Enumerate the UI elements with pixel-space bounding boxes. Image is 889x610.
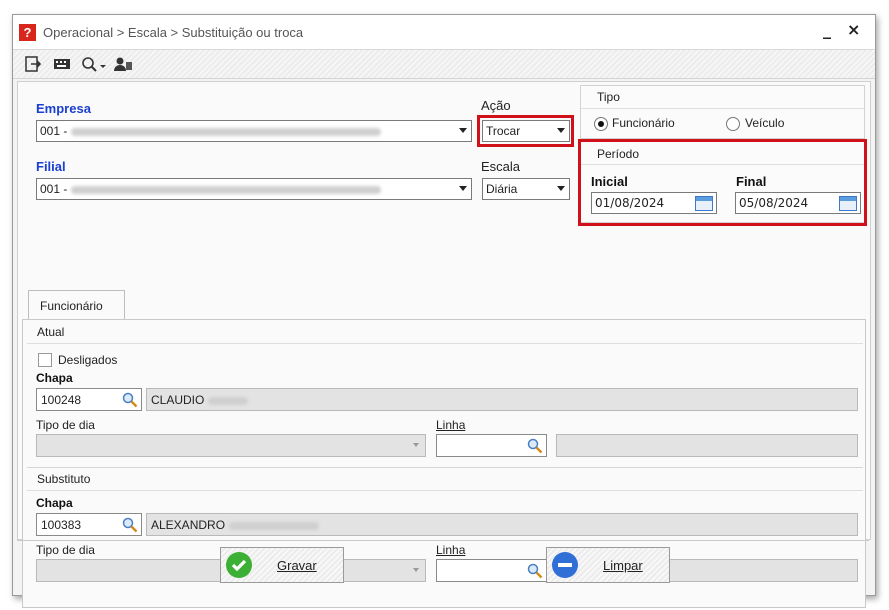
chevron-down-icon bbox=[459, 128, 467, 133]
radio-veiculo-label: Veículo bbox=[745, 116, 785, 130]
atual-chapa-input[interactable]: 100248 bbox=[36, 388, 142, 411]
user-icon[interactable] bbox=[113, 55, 133, 73]
tab-funcionario[interactable]: Funcionário bbox=[28, 290, 125, 321]
minimize-button[interactable]: _ bbox=[823, 20, 831, 39]
substituto-linha-label[interactable]: Linha bbox=[436, 543, 465, 557]
toolbar bbox=[13, 50, 875, 79]
chevron-down-icon bbox=[557, 186, 565, 191]
periodo-highlight bbox=[578, 139, 867, 226]
search-icon[interactable] bbox=[121, 516, 138, 533]
minus-icon bbox=[552, 552, 578, 578]
substituto-chapa-input[interactable]: 100383 bbox=[36, 513, 142, 536]
atual-name-value: CLAUDIO bbox=[151, 393, 249, 407]
gravar-label: Gravar bbox=[277, 558, 317, 573]
radio-funcionario[interactable] bbox=[594, 117, 608, 131]
chevron-down-icon bbox=[413, 443, 419, 447]
escala-select[interactable]: Diária bbox=[482, 178, 570, 200]
empresa-label: Empresa bbox=[36, 101, 91, 116]
filial-select[interactable]: 001 - bbox=[36, 178, 472, 200]
filial-label: Filial bbox=[36, 159, 66, 174]
substituto-name-field: ALEXANDRO bbox=[146, 513, 858, 536]
escala-label: Escala bbox=[481, 159, 521, 174]
limpar-button[interactable]: Limpar bbox=[546, 547, 670, 583]
filial-value: 001 - bbox=[40, 182, 382, 196]
atual-linha-desc bbox=[556, 434, 858, 457]
tab-panel: Atual Desligados Chapa 100248 CLAUDIO Ti… bbox=[22, 319, 866, 608]
desligados-checkbox[interactable] bbox=[38, 353, 52, 367]
title-bar: ? Operacional > Escala > Substituição ou… bbox=[13, 15, 875, 50]
acao-highlight bbox=[477, 115, 574, 147]
atual-linha-label[interactable]: Linha bbox=[436, 418, 465, 432]
chevron-down-icon bbox=[459, 186, 467, 191]
radio-veiculo[interactable] bbox=[726, 117, 740, 131]
desligados-label: Desligados bbox=[58, 353, 118, 367]
substituto-linha-input[interactable] bbox=[436, 559, 547, 582]
tipo-group: Tipo Funcionário Veículo bbox=[580, 85, 865, 139]
exit-icon[interactable] bbox=[25, 55, 41, 73]
keyboard-icon[interactable] bbox=[53, 55, 71, 73]
search-icon[interactable] bbox=[526, 437, 543, 454]
tab-funcionario-label: Funcionário bbox=[40, 299, 103, 313]
limpar-label: Limpar bbox=[603, 558, 643, 573]
substituto-header: Substituto bbox=[27, 468, 863, 491]
atual-linha-input[interactable] bbox=[436, 434, 547, 457]
atual-name-field: CLAUDIO bbox=[146, 388, 858, 411]
substituto-title: Substituto bbox=[37, 472, 91, 486]
substituto-chapa-value: 100383 bbox=[41, 518, 82, 532]
main-panel: Empresa 001 - Filial 001 - Ação Trocar E… bbox=[17, 81, 871, 608]
search-icon[interactable] bbox=[121, 391, 138, 408]
radio-funcionario-label: Funcionário bbox=[612, 116, 675, 130]
atual-chapa-label: Chapa bbox=[36, 371, 73, 385]
substituto-chapa-label: Chapa bbox=[36, 496, 73, 510]
chevron-down-icon bbox=[413, 568, 419, 572]
atual-title: Atual bbox=[37, 325, 65, 339]
search-dropdown-icon[interactable] bbox=[81, 55, 107, 73]
search-icon[interactable] bbox=[526, 562, 543, 579]
empresa-select[interactable]: 001 - bbox=[36, 120, 472, 142]
checkmark-icon bbox=[226, 552, 252, 578]
tipo-group-header: Tipo bbox=[581, 86, 864, 109]
tipo-title: Tipo bbox=[597, 90, 620, 104]
substituto-name-value: ALEXANDRO bbox=[151, 518, 320, 532]
acao-label: Ação bbox=[481, 98, 511, 113]
empresa-value: 001 - bbox=[40, 124, 382, 138]
footer-divider bbox=[17, 540, 869, 541]
escala-value: Diária bbox=[486, 182, 518, 196]
app-logo-icon: ? bbox=[19, 24, 36, 41]
substituto-tipo-dia-label: Tipo de dia bbox=[36, 543, 95, 557]
window: ? Operacional > Escala > Substituição ou… bbox=[12, 14, 876, 608]
atual-header: Atual bbox=[27, 321, 863, 344]
gravar-button[interactable]: Gravar bbox=[220, 547, 344, 583]
window-title: Operacional > Escala > Substituição ou t… bbox=[43, 25, 304, 40]
close-button[interactable]: × bbox=[847, 20, 860, 39]
atual-tipo-dia-label: Tipo de dia bbox=[36, 418, 95, 432]
atual-tipo-dia-select[interactable] bbox=[36, 434, 426, 457]
atual-chapa-value: 100248 bbox=[41, 393, 82, 407]
